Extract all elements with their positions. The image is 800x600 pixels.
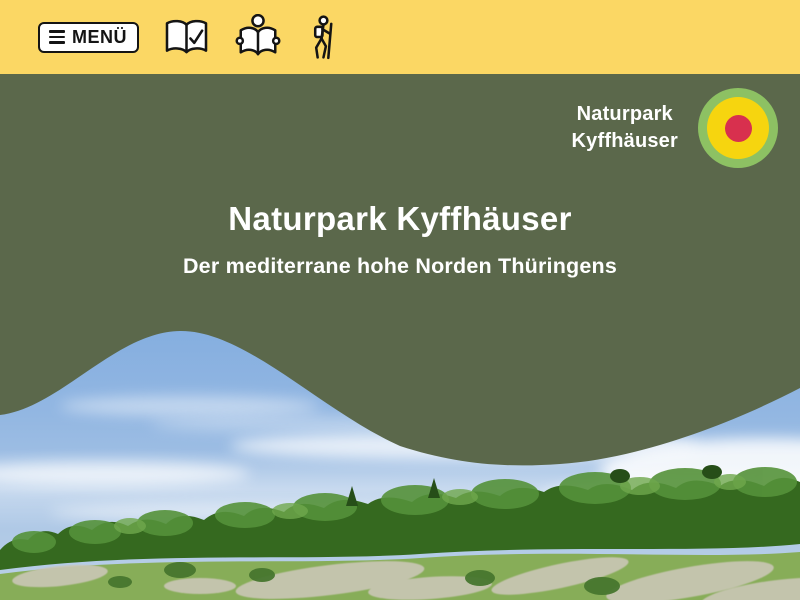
logo-text: Naturpark Kyffhäuser xyxy=(572,101,678,155)
top-bar: MENÜ xyxy=(0,0,800,74)
person-reading-icon xyxy=(234,14,282,60)
hero-content: Naturpark Kyffhäuser Naturpark Kyffhäuse… xyxy=(0,74,800,600)
hamburger-icon xyxy=(49,30,65,44)
page-subtitle: Der mediterrane hohe Norden Thüringens xyxy=(0,254,800,279)
hero-section: Naturpark Kyffhäuser Naturpark Kyffhäuse… xyxy=(0,74,800,600)
hiker-icon xyxy=(306,15,339,60)
book-check-button[interactable] xyxy=(163,18,210,57)
logo-mark-icon xyxy=(698,88,778,168)
logo-line-1: Naturpark xyxy=(572,101,678,128)
logo-line-2: Kyffhäuser xyxy=(572,128,678,155)
hiker-button[interactable] xyxy=(306,15,339,60)
site-logo[interactable]: Naturpark Kyffhäuser xyxy=(572,88,778,168)
page: MENÜ xyxy=(0,0,800,600)
menu-button-label: MENÜ xyxy=(72,27,127,48)
book-check-icon xyxy=(163,18,210,57)
person-reading-button[interactable] xyxy=(234,14,282,60)
page-title: Naturpark Kyffhäuser xyxy=(0,200,800,238)
menu-button[interactable]: MENÜ xyxy=(38,22,139,53)
